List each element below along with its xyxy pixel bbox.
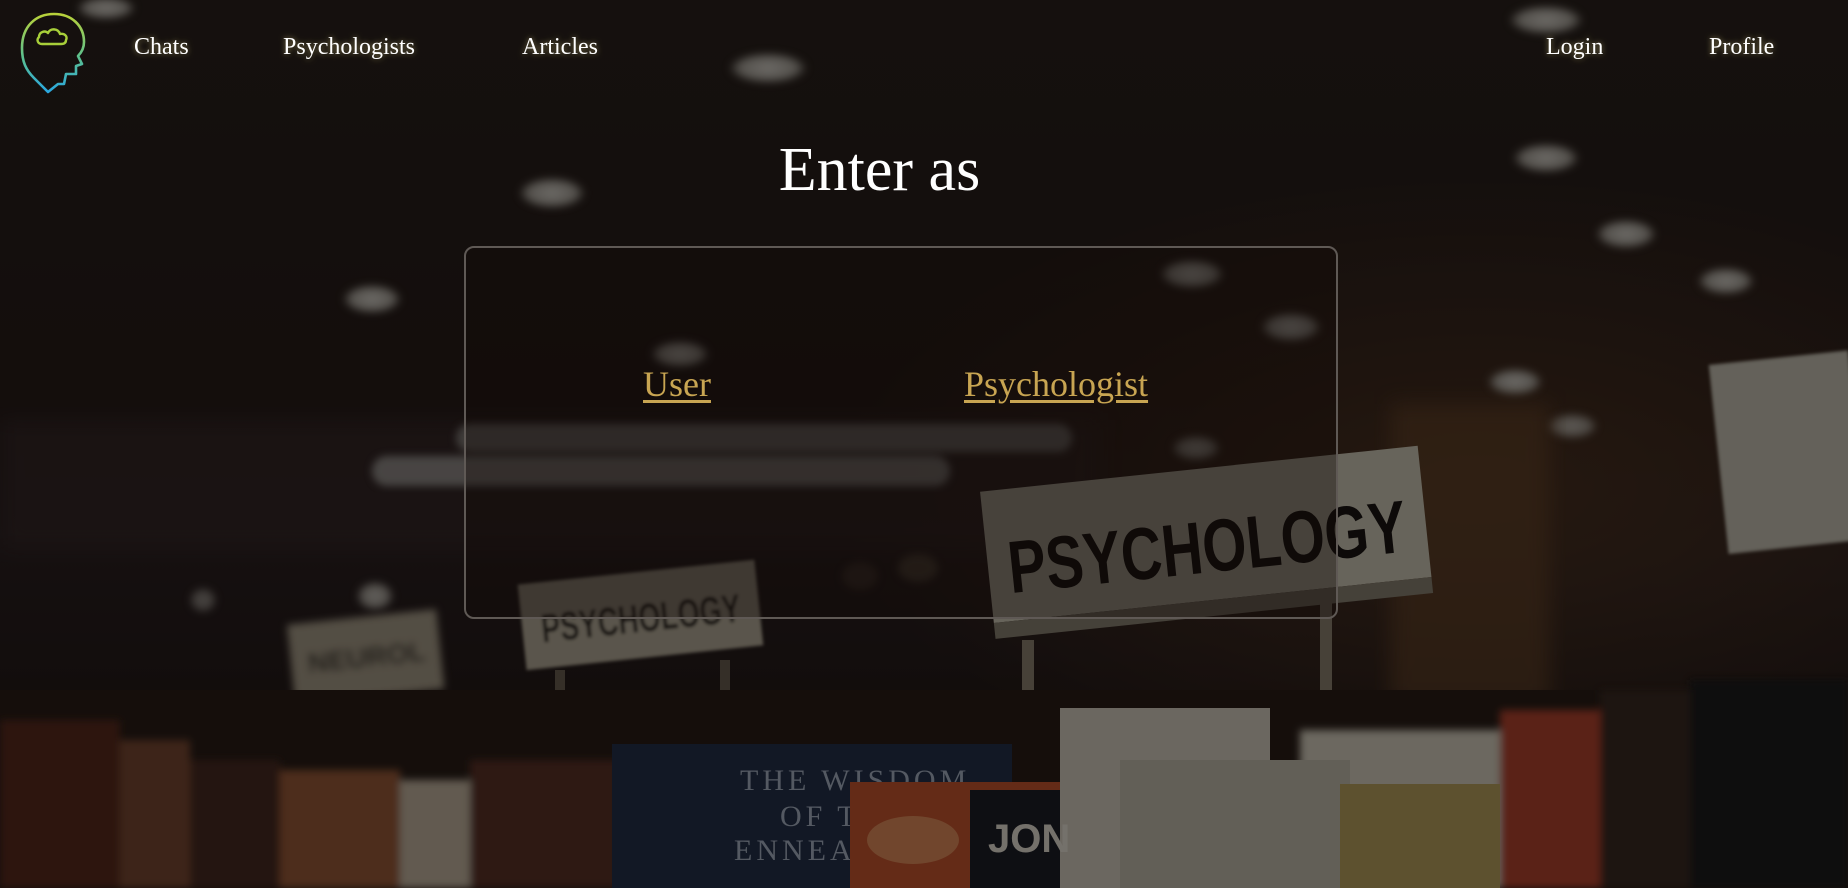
enter-as-psychologist-link[interactable]: Psychologist: [964, 363, 1148, 405]
nav-chats-link[interactable]: Chats: [134, 34, 189, 61]
page-title: Enter as: [778, 136, 981, 204]
nav-articles-link[interactable]: Articles: [522, 34, 598, 61]
nav-profile-link[interactable]: Profile: [1709, 34, 1774, 61]
nav-psychologists-link[interactable]: Psychologists: [283, 34, 415, 61]
enter-as-user-link[interactable]: User: [643, 363, 711, 405]
nav-login-link[interactable]: Login: [1546, 34, 1603, 61]
top-navigation: Chats Psychologists Articles Login Profi…: [0, 0, 1848, 104]
head-with-cloud-icon[interactable]: [20, 10, 86, 94]
role-selection-panel: User Psychologist: [464, 246, 1338, 619]
